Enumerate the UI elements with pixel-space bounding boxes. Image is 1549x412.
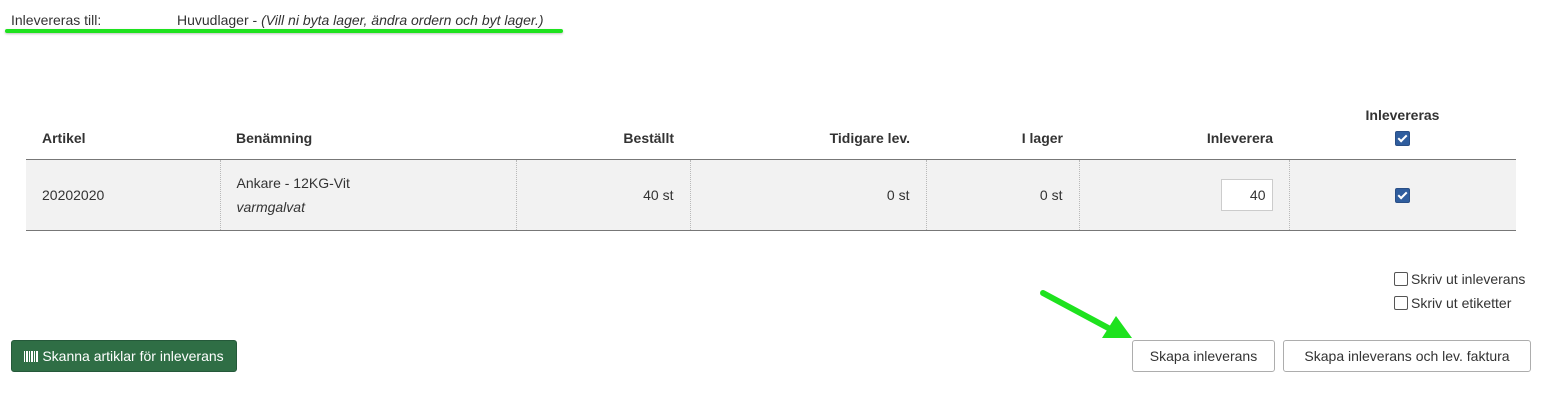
item-name: Ankare - 12KG-Vit — [236, 175, 350, 191]
cell-article: 20202020 — [26, 159, 220, 231]
select-all-checkbox[interactable] — [1395, 131, 1410, 146]
create-delivery-button[interactable]: Skapa inleverans — [1132, 340, 1275, 372]
warehouse-name: Huvudlager — [177, 12, 249, 28]
row-deliver-checkbox[interactable] — [1395, 188, 1411, 204]
scan-items-button[interactable]: Skanna artiklar för inleverans — [11, 340, 237, 372]
barcode-icon — [24, 350, 39, 362]
cell-in-stock: 0 st — [925, 159, 1079, 231]
table-row: 20202020 Ankare - 12KG-Vit varmgalvat 40… — [26, 159, 1516, 231]
inbound-delivery-page: Inlevereras till: Huvudlager - (Vill ni … — [0, 0, 1549, 412]
delivery-value: Huvudlager - (Vill ni byta lager, ändra … — [177, 12, 544, 28]
print-labels-checkbox[interactable] — [1394, 296, 1408, 310]
create-delivery-and-invoice-button[interactable]: Skapa inleverans och lev. faktura — [1283, 340, 1531, 372]
deliver-quantity-input[interactable] — [1220, 179, 1273, 211]
cell-to-deliver — [1288, 159, 1516, 231]
item-description: varmgalvat — [236, 199, 305, 215]
warehouse-note: (Vill ni byta lager, ändra ordern och by… — [261, 12, 544, 28]
header-previously-delivered: Tidigare lev. — [690, 96, 926, 160]
print-delivery-label: Skriv ut inleverans — [1411, 271, 1526, 287]
scan-items-label: Skanna artiklar för inleverans — [42, 348, 224, 364]
cell-previously-delivered: 0 st — [689, 159, 926, 231]
delivery-separator: - — [248, 12, 262, 28]
cell-deliver — [1078, 159, 1289, 231]
arrow-icon — [1040, 290, 1132, 338]
table-header-row: Artikel Benämning Beställt Tidigare lev.… — [26, 96, 1516, 160]
print-delivery-checkbox[interactable] — [1394, 272, 1408, 286]
delivery-items-table: Artikel Benämning Beställt Tidigare lev.… — [26, 96, 1516, 231]
cell-ordered: 40 st — [515, 159, 690, 231]
header-name: Benämning — [220, 96, 516, 160]
header-article: Artikel — [26, 96, 220, 160]
header-to-deliver-label: Inlevereras — [1365, 107, 1440, 124]
print-options: Skriv ut inleverans Skriv ut etiketter — [1394, 267, 1525, 315]
print-labels-label: Skriv ut etiketter — [1411, 295, 1512, 311]
print-labels-option[interactable]: Skriv ut etiketter — [1394, 291, 1525, 315]
header-deliver: Inleverera — [1079, 96, 1289, 160]
cell-name: Ankare - 12KG-Vit varmgalvat — [219, 159, 516, 231]
delivery-label: Inlevereras till: — [11, 12, 102, 28]
header-in-stock: I lager — [926, 96, 1079, 160]
highlight-underline — [5, 29, 563, 33]
print-delivery-option[interactable]: Skriv ut inleverans — [1394, 267, 1525, 291]
header-to-deliver: Inlevereras — [1289, 96, 1516, 160]
header-ordered: Beställt — [516, 96, 690, 160]
